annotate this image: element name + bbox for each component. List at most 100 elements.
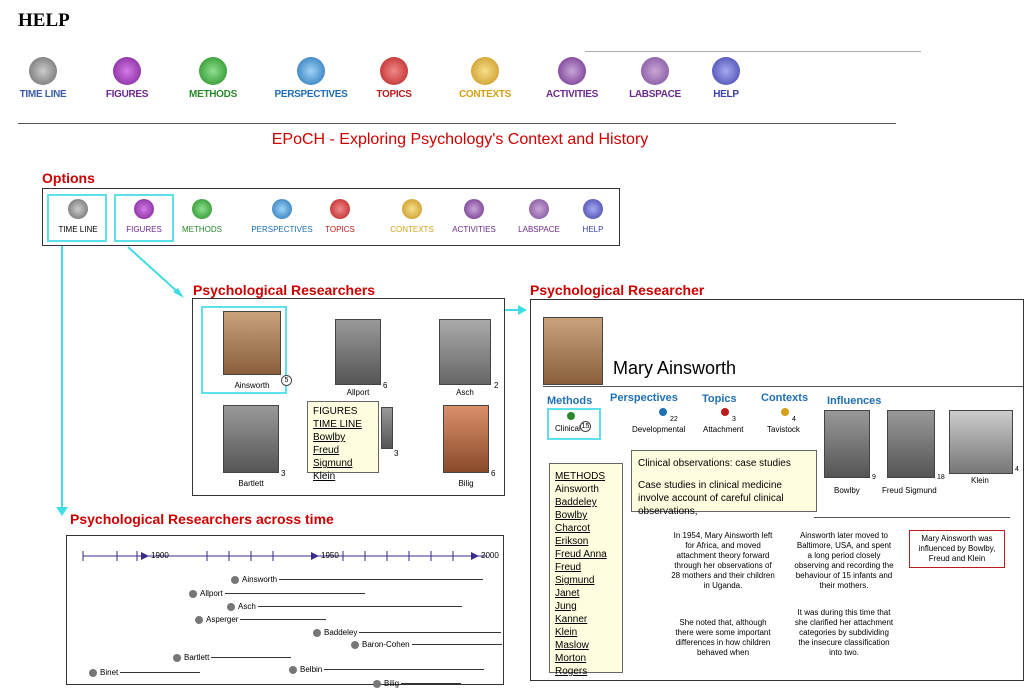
methods-list-item[interactable]: Klein bbox=[555, 626, 617, 639]
researchers-panel: Ainsworth 5 Allport 6 Asch 2 Bartlett 3 … bbox=[192, 298, 505, 496]
figure-dot bbox=[189, 589, 197, 598]
tooltip-body: Case studies in clinical medicine involv… bbox=[638, 480, 784, 517]
timeline-row[interactable]: Baron-Cohen bbox=[351, 640, 502, 649]
methods-list-heading[interactable]: METHODS bbox=[555, 470, 617, 483]
methods-list-item[interactable]: Baddeley bbox=[555, 496, 617, 509]
researcher-panel: Mary Ainsworth Methods Perspectives Topi… bbox=[530, 299, 1024, 681]
researcher-photo[interactable] bbox=[223, 311, 281, 375]
timeline-name: Asch bbox=[238, 602, 256, 611]
timeline-row[interactable]: Ainsworth bbox=[231, 575, 484, 584]
timeline-row[interactable]: Belbin bbox=[289, 665, 485, 674]
researcher-name[interactable]: Bartlett bbox=[223, 479, 279, 488]
methods-list-item[interactable]: Maslow bbox=[555, 639, 617, 652]
tick-label: 1950 bbox=[321, 551, 339, 560]
bio-paragraph: It was during this time that she clarifi… bbox=[794, 608, 894, 657]
figure-dot bbox=[173, 653, 181, 662]
researcher-photo[interactable] bbox=[443, 405, 489, 473]
tab-perspectives[interactable]: Perspectives bbox=[610, 392, 678, 404]
clinical-tooltip: Clinical observations: case studies Case… bbox=[631, 450, 817, 517]
tooltip-link[interactable]: Klein bbox=[313, 470, 373, 483]
life-span-line bbox=[401, 683, 462, 684]
figure-tooltip: FIGURES TIME LINE Bowlby Freud Sigmund K… bbox=[307, 401, 379, 482]
researcher-name: Mary Ainsworth bbox=[613, 358, 737, 378]
timeline-row[interactable]: Asch bbox=[227, 602, 462, 611]
topic-attachment[interactable]: Attachment bbox=[703, 425, 743, 434]
count-label: 3 bbox=[394, 449, 399, 458]
researcher-heading: Psychological Researcher bbox=[530, 282, 705, 298]
tab-influences[interactable]: Influences bbox=[827, 395, 881, 407]
methods-list-item[interactable]: Rogers bbox=[555, 665, 617, 678]
influence-note: Mary Ainsworth was influenced by Bowlby,… bbox=[909, 530, 1005, 568]
methods-list-item[interactable]: Freud Sigmund bbox=[555, 561, 617, 587]
timeline-axis bbox=[82, 551, 487, 561]
bio-paragraph: Ainsworth later moved to Baltimore, USA,… bbox=[794, 531, 894, 590]
researcher-photo[interactable] bbox=[381, 407, 393, 449]
influence-photo[interactable] bbox=[887, 410, 935, 478]
researcher-photo[interactable] bbox=[223, 405, 279, 473]
tab-topics[interactable]: Topics bbox=[702, 393, 737, 405]
methods-list-item[interactable]: Erikson bbox=[555, 535, 617, 548]
tick-label: 2000 bbox=[481, 551, 499, 560]
perspective-developmental[interactable]: Developmental bbox=[632, 425, 685, 434]
life-span-line bbox=[411, 644, 502, 645]
researcher-name[interactable]: Allport bbox=[335, 388, 381, 397]
methods-list-item[interactable]: Bowlby bbox=[555, 509, 617, 522]
tooltip-link[interactable]: Freud Sigmund bbox=[313, 444, 373, 470]
count-label: 4 bbox=[1015, 466, 1019, 473]
influence-photo[interactable] bbox=[824, 410, 870, 478]
figure-dot bbox=[351, 640, 359, 649]
timeline-heading: Psychological Researchers across time bbox=[70, 511, 334, 527]
life-span-line bbox=[240, 619, 327, 620]
life-span-line bbox=[120, 672, 201, 673]
count-label: 6 bbox=[383, 381, 388, 390]
timeline-row[interactable]: Binet bbox=[89, 668, 201, 677]
influence-name[interactable]: Klein bbox=[971, 476, 989, 485]
contexts-icon bbox=[781, 408, 789, 416]
life-span-line bbox=[211, 657, 292, 658]
timeline-row[interactable]: Baddeley bbox=[313, 628, 502, 637]
tab-contexts[interactable]: Contexts bbox=[761, 392, 808, 404]
life-span-line bbox=[324, 669, 485, 670]
timeline-row[interactable]: Bilig bbox=[373, 679, 462, 688]
count-badge: 5 bbox=[281, 375, 292, 386]
figure-dot bbox=[227, 602, 235, 611]
methods-list-item[interactable]: Jung bbox=[555, 600, 617, 613]
life-span-line bbox=[224, 593, 365, 594]
figure-dot bbox=[89, 668, 97, 677]
influence-photo[interactable] bbox=[949, 410, 1013, 474]
count-label: 3 bbox=[732, 416, 736, 423]
methods-list-item: Ainsworth bbox=[555, 484, 599, 495]
context-tavistock[interactable]: Tavistock bbox=[767, 425, 800, 434]
timeline-row[interactable]: Bartlett bbox=[173, 653, 292, 662]
tab-methods[interactable]: Methods bbox=[547, 395, 592, 407]
researcher-name[interactable]: Asch bbox=[439, 388, 491, 397]
count-label: 18 bbox=[937, 474, 945, 481]
count-label: 3 bbox=[281, 469, 286, 478]
methods-list-item[interactable]: Freud Anna bbox=[555, 548, 617, 561]
tooltip-link[interactable]: TIME LINE bbox=[313, 418, 373, 431]
timeline-name: Baddeley bbox=[324, 628, 358, 637]
researcher-name[interactable]: Bilig bbox=[443, 479, 489, 488]
figure-dot bbox=[373, 679, 381, 688]
methods-list-item[interactable]: Charcot bbox=[555, 522, 617, 535]
timeline-name: Allport bbox=[200, 589, 223, 598]
researcher-photo[interactable] bbox=[335, 319, 381, 385]
researcher-photo[interactable] bbox=[439, 319, 491, 385]
method-clinical[interactable]: Clinical bbox=[555, 424, 581, 433]
researcher-name[interactable]: Ainsworth bbox=[223, 381, 281, 390]
methods-list-item[interactable]: Janet bbox=[555, 587, 617, 600]
timeline-row[interactable]: Allport bbox=[189, 589, 365, 598]
tooltip-title: Clinical observations: case studies bbox=[638, 458, 791, 469]
methods-list-item[interactable]: Morton bbox=[555, 652, 617, 665]
timeline-row[interactable]: Asperger bbox=[195, 615, 327, 624]
timeline-name: Bilig bbox=[384, 679, 400, 688]
figure-dot bbox=[289, 665, 297, 674]
influence-name[interactable]: Bowlby bbox=[834, 486, 860, 495]
methods-list-item[interactable]: Kanner bbox=[555, 613, 617, 626]
tick-label: 1900 bbox=[151, 551, 169, 560]
tooltip-link[interactable]: Bowlby bbox=[313, 431, 373, 444]
count-badge: 15 bbox=[580, 421, 591, 432]
bio-paragraph: In 1954, Mary Ainsworth left for Africa,… bbox=[671, 531, 775, 590]
influence-name[interactable]: Freud Sigmund bbox=[882, 486, 937, 495]
count-label: 9 bbox=[872, 474, 876, 481]
